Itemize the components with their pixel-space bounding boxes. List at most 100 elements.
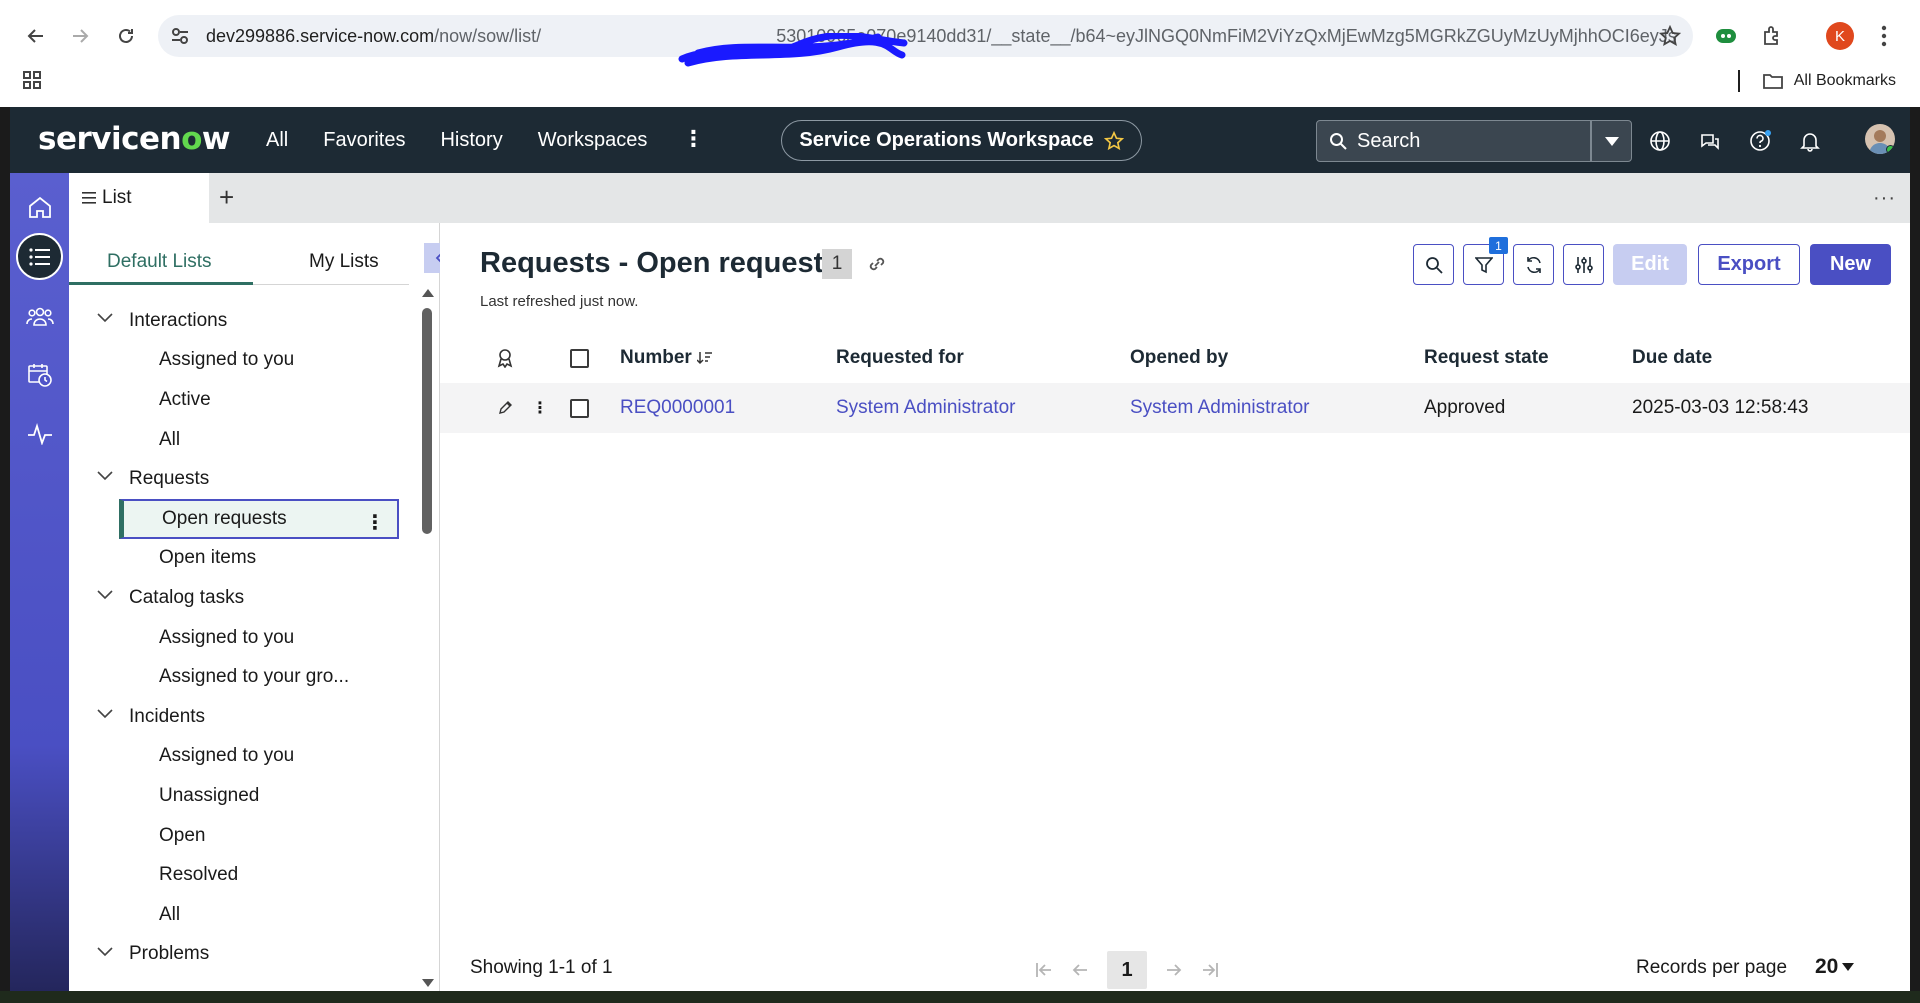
- opened-by-link[interactable]: System Administrator: [1130, 397, 1310, 419]
- edit-button[interactable]: Edit: [1613, 244, 1687, 285]
- tree-item[interactable]: All: [69, 420, 409, 460]
- menu-all[interactable]: All: [266, 129, 288, 152]
- filter-button[interactable]: 1: [1463, 237, 1508, 285]
- url-text: dev299886.service-now.com/now/sow/list/5…: [206, 26, 1676, 46]
- user-avatar[interactable]: [1865, 124, 1895, 154]
- records-per-page-select[interactable]: 20: [1815, 955, 1855, 979]
- app-header: servicenow All Favorites History Workspa…: [10, 107, 1910, 173]
- site-settings-icon[interactable]: [170, 26, 190, 46]
- column-header-requested-for[interactable]: Requested for: [836, 347, 964, 369]
- table-row[interactable]: ⋮ REQ0000001 System Administrator System…: [440, 383, 1910, 433]
- menu-workspaces[interactable]: Workspaces: [538, 129, 648, 152]
- calendar-clock-icon[interactable]: [16, 351, 63, 398]
- tree-group-problems[interactable]: Problems: [69, 935, 409, 975]
- bookmark-star-icon[interactable]: [1659, 25, 1681, 47]
- tree-item[interactable]: Assigned to you: [69, 341, 409, 381]
- pagination: 1: [1035, 951, 1219, 989]
- search-scope-dropdown[interactable]: [1591, 120, 1632, 162]
- menu-history[interactable]: History: [440, 129, 502, 152]
- refresh-icon: [1526, 256, 1541, 273]
- workspace-pill[interactable]: Service Operations Workspace: [781, 120, 1142, 161]
- tree-item[interactable]: Unassigned: [69, 776, 409, 816]
- menu-favorites[interactable]: Favorites: [323, 129, 405, 152]
- column-header-due-date[interactable]: Due date: [1632, 347, 1712, 369]
- tree-item[interactable]: Assigned to your gro...: [69, 657, 409, 697]
- scroll-up-arrow-icon[interactable]: [422, 289, 434, 297]
- select-all-checkbox[interactable]: [570, 349, 589, 368]
- chevron-down-icon[interactable]: [97, 709, 113, 719]
- back-button[interactable]: [20, 20, 52, 52]
- tree-group-incidents[interactable]: Incidents: [69, 697, 409, 737]
- list-icon[interactable]: [16, 233, 63, 280]
- list-nav-scroll-thumb[interactable]: [422, 308, 432, 534]
- item-more-icon[interactable]: ⋮: [365, 510, 385, 535]
- row-checkbox[interactable]: [570, 399, 589, 418]
- highlight-rows-icon[interactable]: [496, 348, 514, 368]
- more-menu-icon[interactable]: ⋮: [682, 128, 704, 152]
- global-search-input[interactable]: Search: [1316, 120, 1591, 162]
- scroll-down-arrow-icon[interactable]: [422, 979, 434, 987]
- previous-page-icon[interactable]: [1071, 962, 1089, 978]
- globe-icon[interactable]: [1646, 127, 1674, 155]
- servicenow-logo[interactable]: servicenow: [38, 121, 231, 157]
- tree-group-catalog-tasks[interactable]: Catalog tasks: [69, 578, 409, 618]
- browser-profile-avatar[interactable]: K: [1826, 22, 1854, 50]
- tree-item[interactable]: Resolved: [69, 855, 409, 895]
- tree-item[interactable]: Assigned to you: [69, 737, 409, 777]
- tree-item[interactable]: Active: [69, 380, 409, 420]
- edit-pencil-icon[interactable]: [498, 400, 513, 415]
- notifications-bell-icon[interactable]: [1796, 127, 1824, 155]
- tree-group-interactions[interactable]: Interactions: [69, 301, 409, 341]
- tree-item[interactable]: Open: [69, 816, 409, 856]
- current-page-button[interactable]: 1: [1107, 951, 1147, 989]
- row-actions-icon[interactable]: ⋮: [532, 398, 548, 418]
- record-number-link[interactable]: REQ0000001: [620, 397, 735, 419]
- home-icon[interactable]: [16, 183, 63, 230]
- next-page-icon[interactable]: [1165, 962, 1183, 978]
- list-navigation-panel: Default Lists My Lists Interactions Assi…: [69, 223, 454, 991]
- tree-item[interactable]: Assigned to you: [69, 618, 409, 658]
- refresh-button[interactable]: [1513, 244, 1554, 285]
- search-list-button[interactable]: [1413, 244, 1454, 285]
- column-header-request-state[interactable]: Request state: [1424, 347, 1549, 369]
- requested-for-link[interactable]: System Administrator: [836, 397, 1016, 419]
- chevron-down-icon[interactable]: [97, 313, 113, 323]
- workspace-title: Service Operations Workspace: [799, 129, 1094, 151]
- help-icon[interactable]: [1746, 127, 1774, 155]
- activity-pulse-icon[interactable]: [16, 410, 63, 457]
- teams-icon[interactable]: [16, 292, 63, 339]
- tab-overflow-icon[interactable]: ···: [1873, 187, 1896, 210]
- copy-link-icon[interactable]: [866, 253, 888, 275]
- tree-group-requests[interactable]: Requests: [69, 459, 409, 499]
- tab-list[interactable]: List: [69, 173, 209, 223]
- browser-menu-icon[interactable]: [1868, 20, 1900, 52]
- tree-item[interactable]: Open items: [69, 539, 409, 579]
- chevron-down-icon[interactable]: [97, 946, 113, 957]
- tab-default-lists[interactable]: Default Lists: [107, 251, 212, 273]
- tree-item-selected[interactable]: Open requests ⋮: [119, 498, 399, 539]
- search-icon: [1425, 256, 1443, 274]
- first-page-icon[interactable]: [1035, 962, 1053, 978]
- forward-button[interactable]: [64, 20, 96, 52]
- column-settings-button[interactable]: [1563, 244, 1604, 285]
- chat-icon[interactable]: [1696, 127, 1724, 155]
- reload-button[interactable]: [110, 20, 142, 52]
- new-button[interactable]: New: [1810, 244, 1891, 285]
- chevron-down-icon[interactable]: [97, 590, 113, 600]
- extensions-puzzle-icon[interactable]: [1756, 20, 1788, 52]
- column-header-number[interactable]: Number: [620, 347, 713, 369]
- address-bar[interactable]: dev299886.service-now.com/now/sow/list/5…: [158, 15, 1693, 67]
- tree-item[interactable]: All: [69, 895, 409, 935]
- all-bookmarks-link[interactable]: All Bookmarks: [1794, 72, 1896, 90]
- apps-grid-icon[interactable]: [22, 70, 42, 90]
- tab-my-lists[interactable]: My Lists: [309, 251, 379, 273]
- column-header-opened-by[interactable]: Opened by: [1130, 347, 1228, 369]
- page-title: Requests - Open requests: [480, 247, 840, 279]
- chevron-down-icon[interactable]: [97, 471, 113, 481]
- add-tab-icon[interactable]: +: [219, 184, 234, 210]
- favorite-star-icon[interactable]: [1103, 130, 1124, 151]
- due-date-cell: 2025-03-03 12:58:43: [1632, 397, 1809, 418]
- export-button[interactable]: Export: [1698, 244, 1800, 285]
- extension-icon[interactable]: [1710, 20, 1742, 52]
- last-page-icon[interactable]: [1201, 962, 1219, 978]
